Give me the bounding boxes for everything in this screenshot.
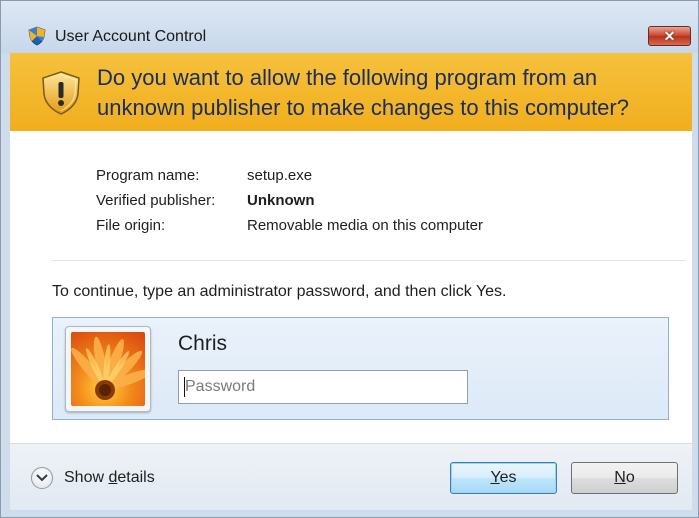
info-value: setup.exe bbox=[247, 167, 313, 184]
show-details-label: Show details bbox=[64, 469, 155, 486]
info-row-program-name: Program name: setup.exe bbox=[96, 167, 312, 184]
chevron-down-icon bbox=[31, 467, 53, 489]
banner-heading: Do you want to allow the following progr… bbox=[97, 65, 629, 120]
uac-dialog: User Account Control ✕ Do you want to al… bbox=[0, 0, 699, 518]
username: Chris bbox=[178, 332, 228, 355]
no-button[interactable]: No bbox=[571, 462, 678, 494]
info-label: Program name: bbox=[96, 167, 200, 184]
flower-avatar-image bbox=[71, 332, 145, 406]
warning-banner: Do you want to allow the following progr… bbox=[10, 53, 692, 131]
info-row-file-origin: File origin: Removable media on this comp… bbox=[96, 217, 483, 234]
info-value: Removable media on this computer bbox=[247, 217, 483, 234]
info-value: Unknown bbox=[247, 192, 315, 209]
text-caret bbox=[184, 377, 185, 397]
password-field[interactable] bbox=[178, 370, 468, 404]
credential-prompt: To continue, type an administrator passw… bbox=[52, 283, 507, 300]
info-label: File origin: bbox=[96, 217, 166, 234]
yes-button[interactable]: Yes bbox=[450, 462, 557, 494]
info-row-publisher: Verified publisher: Unknown bbox=[96, 192, 315, 209]
shield-warning-icon bbox=[42, 71, 80, 115]
credential-tile[interactable]: Chris bbox=[52, 317, 669, 420]
content-area: Program name: setup.exe Verified publishe… bbox=[10, 131, 692, 443]
avatar bbox=[65, 326, 151, 412]
yes-label: Yes bbox=[490, 469, 517, 486]
window-title: User Account Control bbox=[55, 28, 207, 45]
close-button[interactable]: ✕ bbox=[648, 26, 691, 46]
info-label: Verified publisher: bbox=[96, 192, 216, 209]
title-bar[interactable]: User Account Control ✕ bbox=[1, 1, 698, 53]
divider bbox=[52, 260, 686, 261]
show-details-button[interactable]: Show details bbox=[31, 464, 155, 492]
footer-bar: Show details Yes No bbox=[10, 443, 692, 510]
uac-shield-icon bbox=[28, 26, 46, 46]
no-label: No bbox=[614, 469, 635, 486]
close-icon: ✕ bbox=[663, 28, 676, 44]
